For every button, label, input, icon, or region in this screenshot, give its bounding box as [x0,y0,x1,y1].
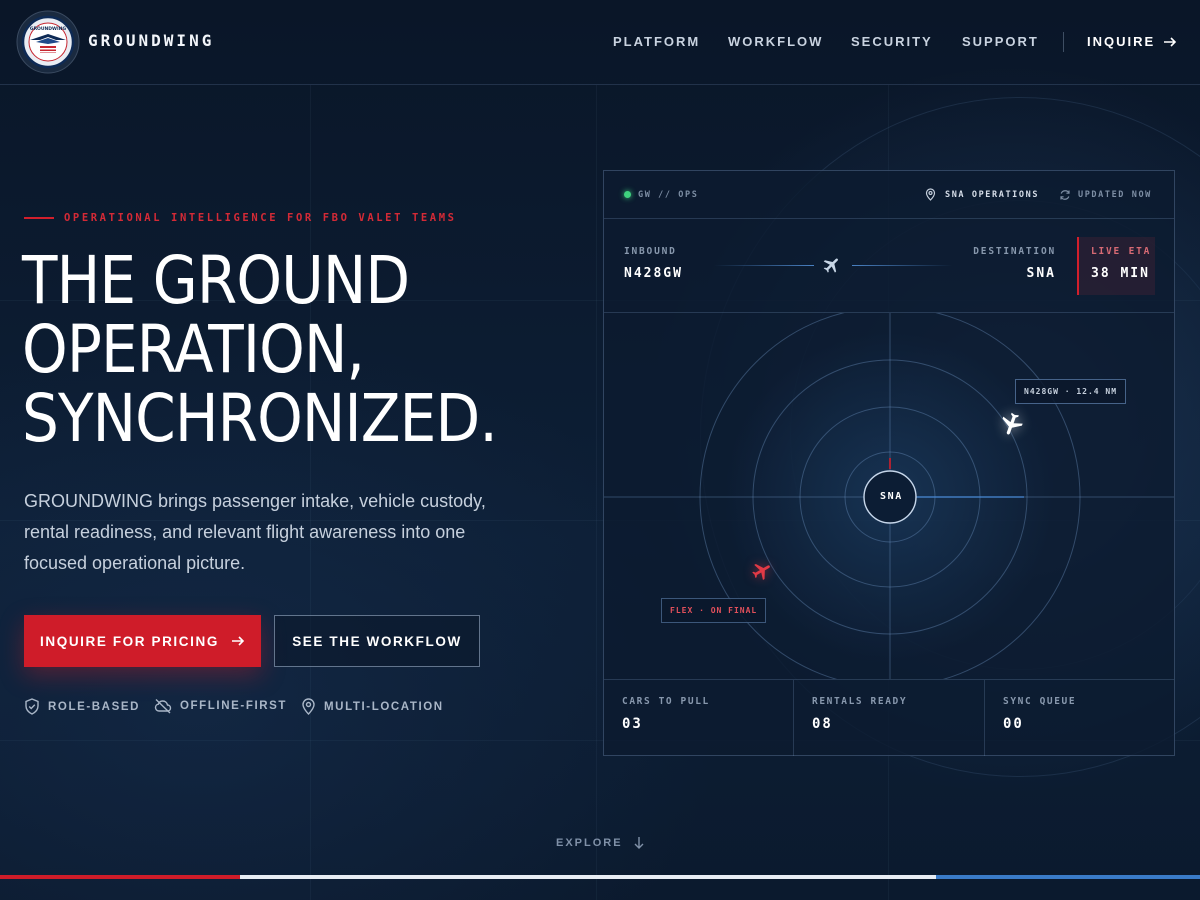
target-tag-label: N428GW · 12.4 NM [1024,387,1118,396]
panel-location: SNA OPERATIONS [945,190,1040,200]
nav-platform[interactable]: PLATFORM [613,34,700,49]
radar-display: SNA N428GW · 12.4 NM FLEX · ON FINAL [604,313,1174,679]
headline-line-2: OPERATION, [22,311,365,388]
airplane-icon[interactable] [751,560,773,582]
stat-value: 03 [622,716,643,732]
arrow-down-icon [634,837,644,849]
status-indicator [624,191,631,198]
brand-name[interactable]: GROUNDWING [88,31,214,50]
stat-value: 00 [1003,716,1024,732]
destination-code: SNA [1026,266,1056,281]
svg-text:GROUNDWING: GROUNDWING [30,26,67,32]
panel-stats: CARS TO PULL 03 RENTALS READY 08 SYNC QU… [604,679,1174,756]
feature-offline-first: OFFLINE-FIRST [154,698,287,714]
see-workflow-button[interactable]: SEE THE WORKFLOW [274,615,480,667]
nav-inquire-link[interactable]: INQUIRE [1087,34,1177,49]
nav-support[interactable]: SUPPORT [962,34,1039,49]
headline-line-1: THE GROUND [22,242,410,319]
map-pin-icon [925,188,936,201]
see-workflow-label: SEE THE WORKFLOW [292,633,462,649]
flag-stripe-blue [936,875,1200,879]
ops-panel: GW // OPS SNA OPERATIONS UPDATED NOW INB… [603,170,1175,756]
arrow-right-icon [1164,36,1177,47]
nav-workflow[interactable]: WORKFLOW [728,34,823,49]
stat-rentals-ready: RENTALS READY 08 [794,680,985,756]
feature-role-based: ROLE-BASED [24,698,140,715]
stat-label: RENTALS READY [812,696,908,707]
explore-label: EXPLORE [556,837,623,849]
cloud-off-icon [154,698,172,714]
map-pin-icon [302,698,315,715]
inbound-tail: N428GW [624,266,683,281]
headline-line-3: SYNCHRONIZED. [22,380,498,457]
refresh-icon[interactable] [1059,189,1071,201]
site-header: GROUNDWING GROUNDWING PLATFORM WORKFLOW … [0,0,1200,85]
hero-headline: THE GROUND OPERATION, SYNCHRONIZED. [22,242,498,457]
stat-sync-queue: SYNC QUEUE 00 [985,680,1174,756]
feature-label: OFFLINE-FIRST [180,700,288,712]
route-line-right [852,265,952,266]
hero-description: GROUNDWING brings passenger intake, vehi… [24,491,486,573]
arrow-right-icon [231,636,245,646]
stat-label: CARS TO PULL [622,696,710,707]
inbound-label: INBOUND [624,246,677,257]
radar-center-label: SNA [880,491,903,502]
flight-summary: INBOUND N428GW DESTINATION SNA LIVE ETA … [604,219,1174,313]
panel-status-label: GW // OPS [638,190,699,200]
flag-stripe [0,875,1200,879]
flag-stripe-red [0,875,240,879]
feature-label: MULTI-LOCATION [324,700,444,713]
eta-value: 38 MIN [1091,266,1150,281]
alert-tag-label: FLEX · ON FINAL [670,606,758,615]
airplane-icon [823,258,838,273]
flag-stripe-white [240,875,936,879]
feature-multi-location: MULTI-LOCATION [301,698,444,715]
eta-label: LIVE ETA [1091,246,1152,257]
eyebrow-rule [24,217,54,219]
shield-check-icon [25,698,39,715]
stat-label: SYNC QUEUE [1003,696,1077,707]
live-eta-card: LIVE ETA 38 MIN [1077,237,1155,295]
airplane-icon[interactable] [998,411,1024,437]
stat-value: 08 [812,716,833,732]
inquire-pricing-button[interactable]: INQUIRE FOR PRICING [24,615,261,667]
alert-tag[interactable]: FLEX · ON FINAL [661,598,767,623]
eyebrow-text: OPERATIONAL INTELLIGENCE FOR FBO VALET T… [64,212,457,224]
nav-security[interactable]: SECURITY [851,34,933,49]
inquire-pricing-label: INQUIRE FOR PRICING [40,633,219,649]
panel-status-bar: GW // OPS SNA OPERATIONS UPDATED NOW [604,171,1174,219]
target-tag[interactable]: N428GW · 12.4 NM [1015,379,1127,404]
brand-logo[interactable]: GROUNDWING [16,10,80,74]
explore-link[interactable]: EXPLORE [556,836,645,850]
nav-divider [1063,32,1064,52]
stat-cars-to-pull: CARS TO PULL 03 [604,680,794,756]
nav-inquire-label: INQUIRE [1087,34,1156,49]
route-line-left [714,265,814,266]
destination-label: DESTINATION [973,246,1056,257]
hero-eyebrow: OPERATIONAL INTELLIGENCE FOR FBO VALET T… [24,212,457,224]
feature-label: ROLE-BASED [48,700,141,713]
panel-updated: UPDATED NOW [1078,190,1152,200]
